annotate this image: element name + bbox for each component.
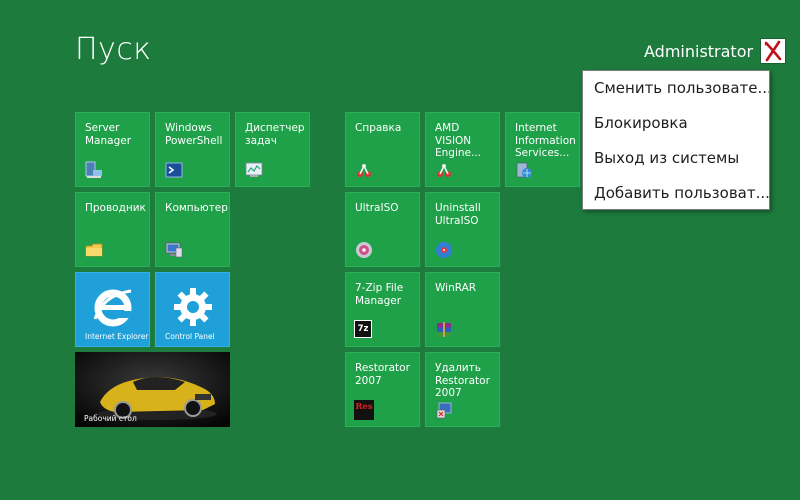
tile-label: Control Panel — [165, 332, 215, 341]
avatar[interactable] — [761, 39, 786, 63]
tile-label: Диспетчер задач — [245, 122, 305, 147]
tile-server-manager[interactable]: Server Manager — [75, 112, 150, 187]
page-title: Пуск — [75, 32, 152, 67]
7zip-icon: 7z — [354, 320, 372, 338]
computer-icon — [165, 242, 183, 258]
user-name: Administrator — [644, 41, 754, 61]
tile-iis[interactable]: Internet Information Services... — [505, 112, 580, 187]
tile-uninstall-ultraiso[interactable]: Uninstall UltraISO — [425, 192, 500, 267]
tile-label: UltraISO — [355, 202, 399, 214]
menu-item-add-user[interactable]: Добавить пользоват... — [583, 176, 769, 211]
tile-label: Рабочий стол — [84, 414, 137, 423]
internet-explorer-icon — [93, 289, 131, 327]
tile-label: Restorator 2007 — [355, 362, 410, 387]
tile-label: Uninstall UltraISO — [435, 202, 481, 227]
powershell-icon — [165, 162, 183, 178]
ultraiso-icon — [356, 242, 372, 258]
tile-help[interactable]: Справка — [345, 112, 420, 187]
help-icon — [357, 164, 371, 177]
restorator-icon: Res — [354, 400, 374, 420]
tile-restorator[interactable]: Restorator 2007 Res — [345, 352, 420, 427]
iis-icon — [516, 162, 532, 178]
menu-item-lock[interactable]: Блокировка — [583, 106, 769, 141]
user-account[interactable]: Administrator — [644, 38, 786, 64]
tile-label: Справка — [355, 122, 402, 134]
tile-label: WinRAR — [435, 282, 477, 294]
gear-icon — [173, 288, 212, 326]
tile-powershell[interactable]: Windows PowerShell — [155, 112, 230, 187]
menu-item-switch-user[interactable]: Сменить пользовате... — [583, 71, 769, 106]
user-menu: Сменить пользовате... Блокировка Выход и… — [582, 70, 770, 210]
tile-label: Server Manager — [85, 122, 132, 147]
tile-7zip[interactable]: 7-Zip File Manager 7z — [345, 272, 420, 347]
amd-icon — [437, 164, 451, 177]
uninstall-restorator-icon — [436, 402, 452, 419]
menu-item-sign-out[interactable]: Выход из системы — [583, 141, 769, 176]
tile-label: Internet Information Services... — [515, 122, 576, 159]
uninstall-icon — [436, 242, 452, 258]
tile-label: Internet Explorer — [85, 332, 149, 341]
tile-computer[interactable]: Компьютер — [155, 192, 230, 267]
7zip-icon-text: 7z — [357, 324, 369, 334]
tile-label: Windows PowerShell — [165, 122, 223, 147]
server-manager-icon — [85, 161, 102, 178]
tile-winrar[interactable]: WinRAR — [425, 272, 500, 347]
tile-label: 7-Zip File Manager — [355, 282, 404, 307]
tile-desktop[interactable]: Рабочий стол — [75, 352, 230, 427]
restorator-icon-text: Res — [355, 402, 373, 412]
task-manager-icon — [245, 162, 263, 177]
red-x-logo-icon — [764, 40, 782, 62]
tile-label: Проводник — [85, 202, 146, 214]
tile-label: Компьютер — [165, 202, 228, 214]
tile-task-manager[interactable]: Диспетчер задач — [235, 112, 310, 187]
tile-remove-restorator[interactable]: Удалить Restorator 2007 — [425, 352, 500, 427]
folder-icon — [85, 243, 103, 257]
tile-amd[interactable]: AMD VISION Engine... — [425, 112, 500, 187]
tile-label: Удалить Restorator 2007 — [435, 362, 490, 399]
tile-ultraiso[interactable]: UltraISO — [345, 192, 420, 267]
tile-control-panel[interactable]: Control Panel — [155, 272, 230, 347]
winrar-icon — [437, 322, 451, 337]
tile-label: AMD VISION Engine... — [435, 122, 481, 159]
tile-internet-explorer[interactable]: Internet Explorer — [75, 272, 150, 347]
tile-explorer[interactable]: Проводник — [75, 192, 150, 267]
